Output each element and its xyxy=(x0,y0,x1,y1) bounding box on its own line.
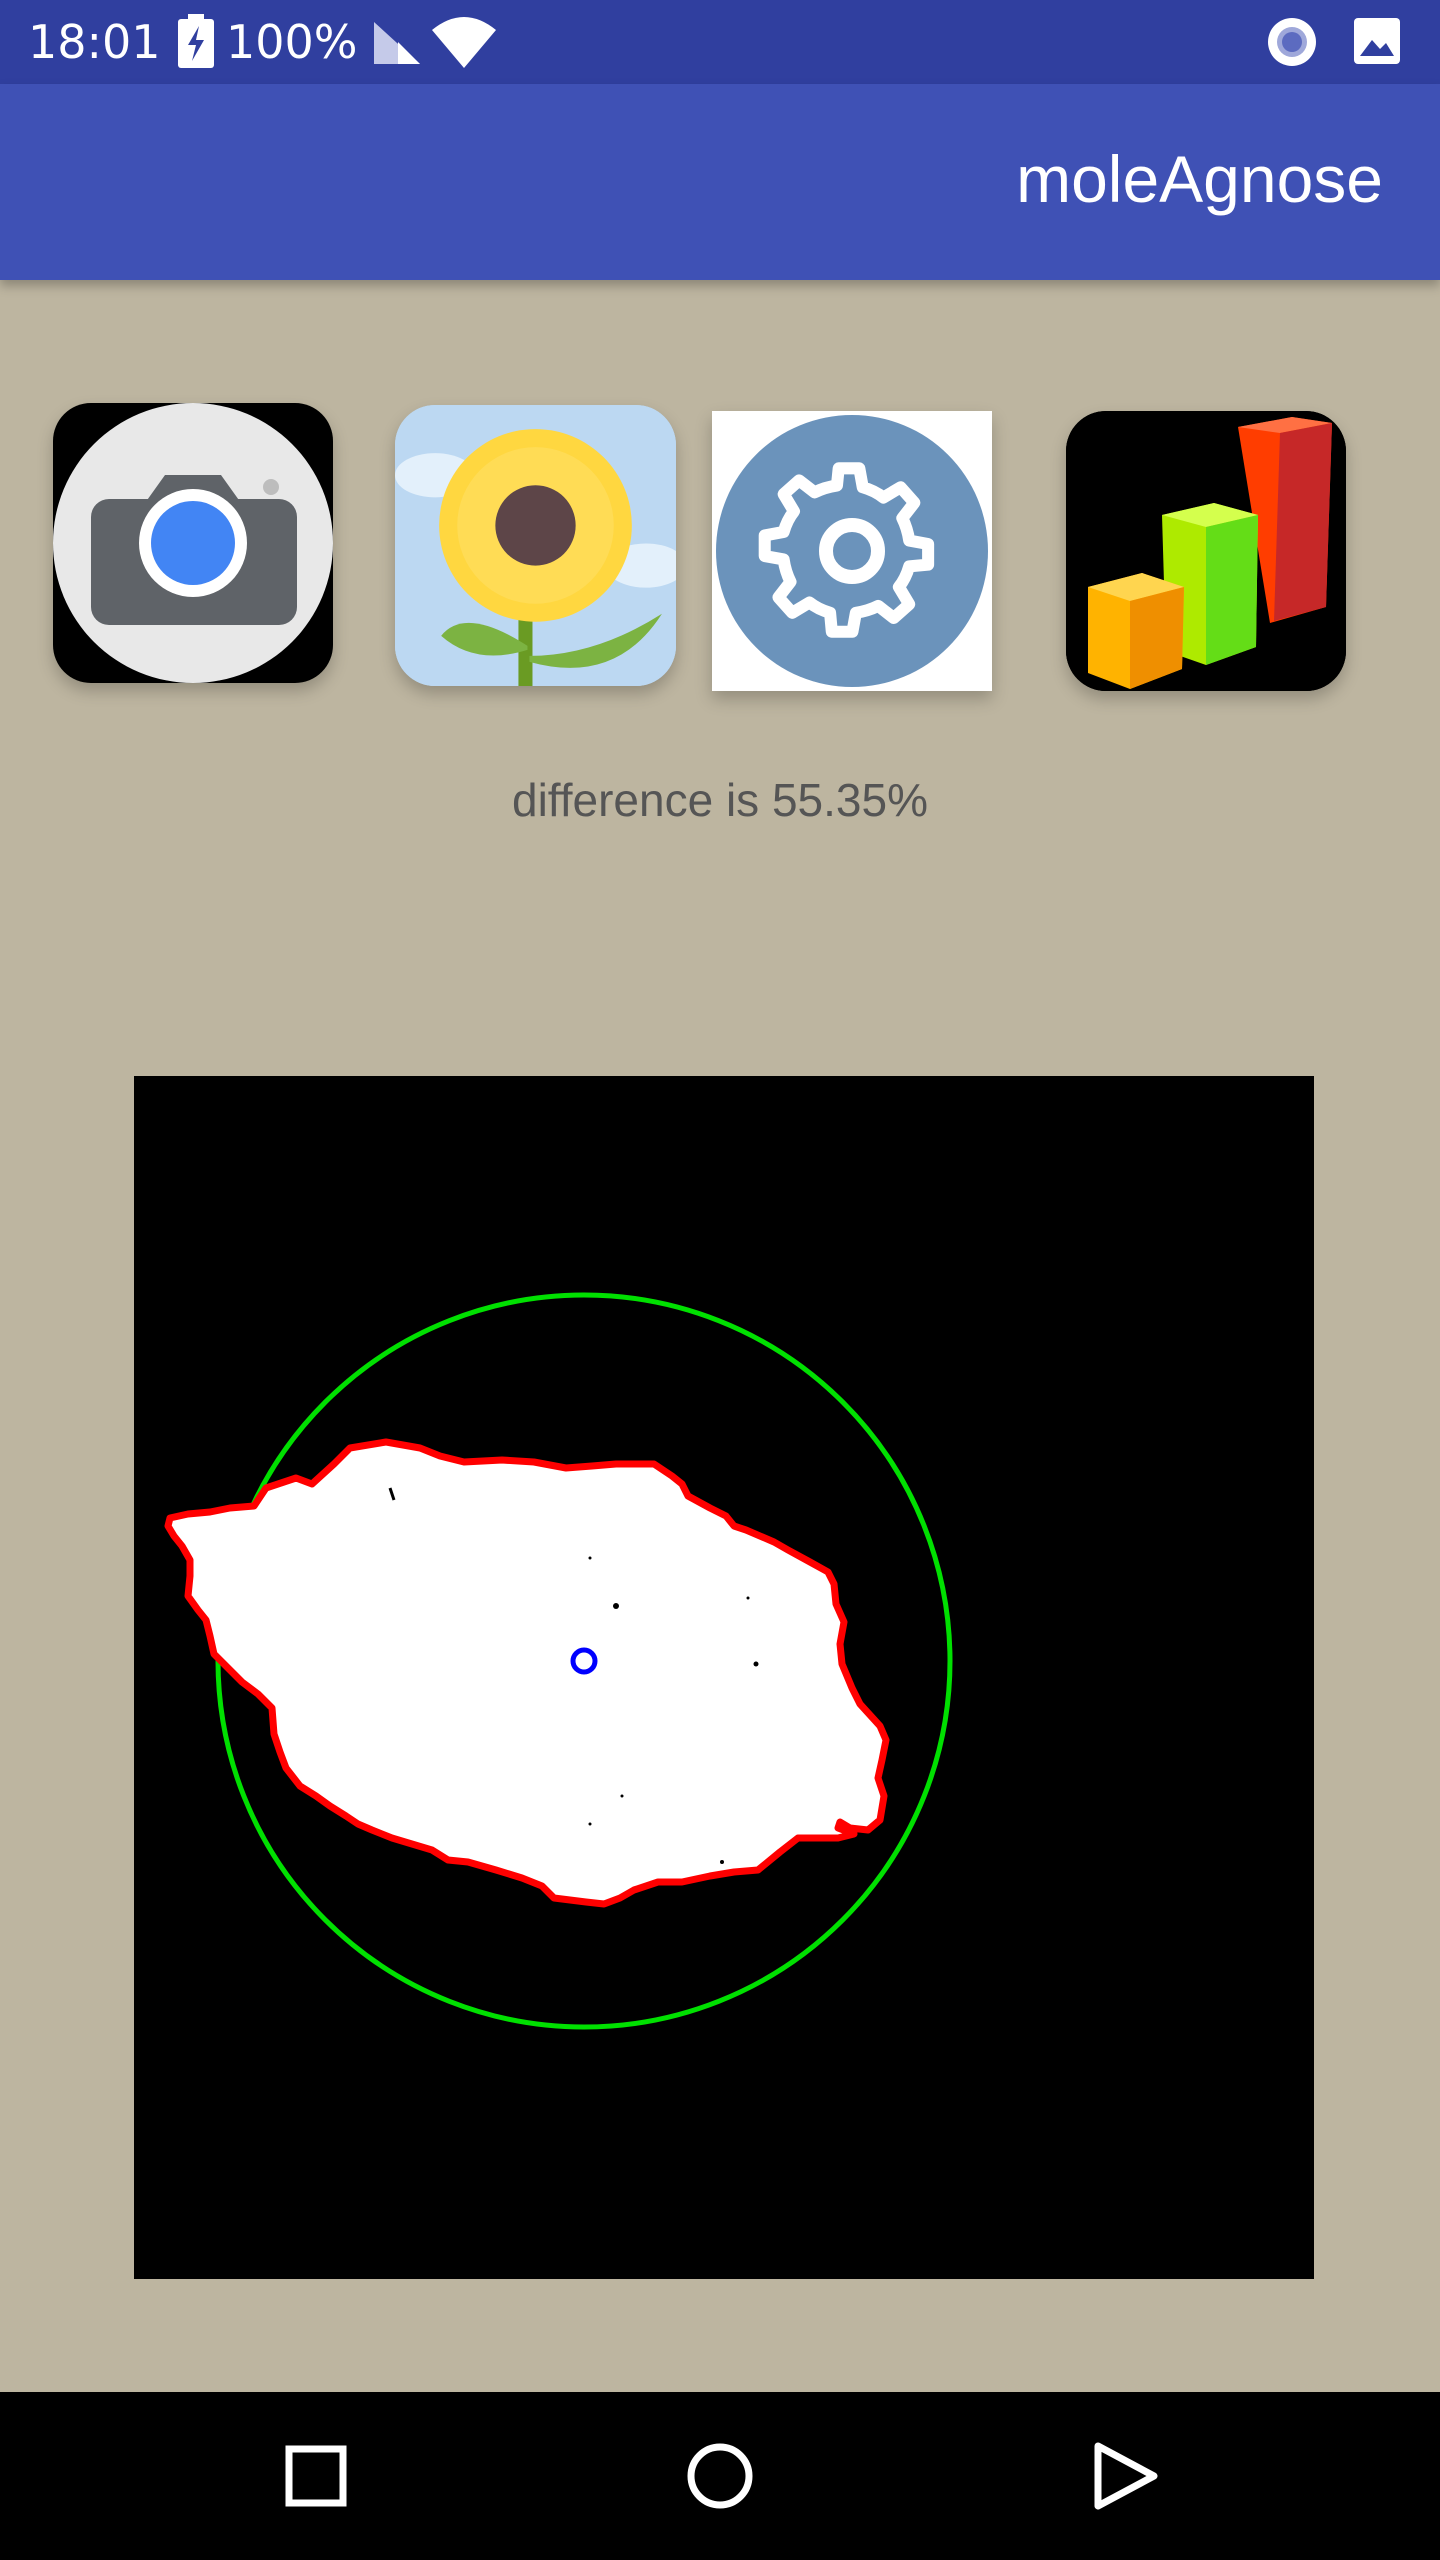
status-time: 18:01 xyxy=(28,15,161,69)
navigation-bar xyxy=(0,2392,1440,2560)
status-bar: 18:01 100% xyxy=(0,0,1440,84)
battery-charging-icon xyxy=(176,14,216,72)
gear-icon xyxy=(716,415,988,687)
lesion-analysis-image xyxy=(134,1076,1314,2279)
gallery-button[interactable] xyxy=(395,405,676,686)
app-bar: moleAgnose xyxy=(0,84,1440,280)
square-recents-icon xyxy=(285,2445,347,2507)
camera-button[interactable] xyxy=(53,403,333,683)
home-button[interactable] xyxy=(674,2430,766,2522)
battery-percentage: 100% xyxy=(226,15,358,69)
circle-home-icon xyxy=(687,2443,753,2509)
difference-result-text: difference is 55.35% xyxy=(512,774,928,826)
back-button[interactable] xyxy=(1078,2430,1170,2522)
statistics-button[interactable] xyxy=(1066,411,1346,691)
wifi-icon xyxy=(432,16,496,72)
sunflower-gallery-icon xyxy=(395,405,676,686)
app-title: moleAgnose xyxy=(1016,142,1383,216)
image-notification-icon xyxy=(1352,16,1402,70)
screen-record-icon xyxy=(1266,16,1318,72)
camera-icon xyxy=(53,403,333,683)
recents-button[interactable] xyxy=(270,2430,362,2522)
cell-signal-icon xyxy=(372,18,422,70)
settings-button[interactable] xyxy=(712,411,992,691)
bar-chart-icon xyxy=(1066,411,1346,691)
triangle-back-icon xyxy=(1094,2442,1158,2510)
